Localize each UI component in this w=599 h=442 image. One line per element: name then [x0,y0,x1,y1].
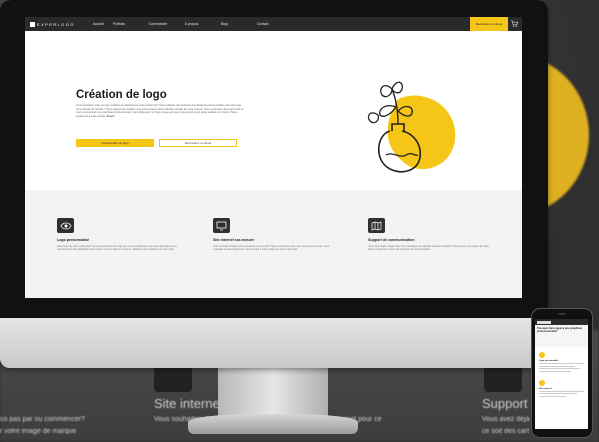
phone-text-line [539,370,571,372]
service-title: Logo personnalisé [57,238,89,242]
nav-quote-button[interactable]: Demandez un devis [470,17,508,31]
nav-link-a-propos[interactable]: À propos [185,22,221,26]
phone-text-line [539,390,584,392]
hero-description: Vous souhaitez créer un logo moderne et … [76,104,244,118]
service-description: Vous avez déjà un logo mais vous souhait… [368,245,490,252]
order-logo-button[interactable]: Commander un logo [76,139,154,147]
phone-text-line [539,363,584,365]
smartphone: Pourquoi faire appel à une graphiste pro… [531,308,593,438]
logo-mark-icon [30,21,35,27]
site-logo[interactable]: EXPERLOGO [30,21,75,27]
service-description: Vous souhaitez diriger votre entreprise … [213,245,330,252]
phone-text-line [539,368,580,370]
phone-header: Pourquoi faire appel à une graphiste pro… [535,325,588,347]
phone-section-title: Logo personnalisé [539,360,559,362]
service-title: Site internet sur-mesure [213,238,255,242]
page-title: Création de logo [76,89,167,101]
website-screen: EXPERLOGO Accueil Portfolio Commander À … [25,17,522,298]
monitor-stand-neck [218,368,328,420]
hero-description-strong: Reach [106,114,115,118]
hero-description-text: Vous souhaitez créer un logo moderne et … [76,104,244,118]
monitor-icon [213,218,230,233]
service-card-logo: Logo personnalisé Vous avez de votre ent… [57,218,182,252]
phone-screen: Pourquoi faire appel à une graphiste pro… [535,319,588,429]
desktop-monitor: EXPERLOGO Accueil Portfolio Commander À … [0,0,548,368]
services-section: Logo personnalisé Vous avez de votre ent… [25,190,522,298]
phone-body: Logo personnalisé Site internet [535,347,588,401]
phone-bullet-icon [539,379,545,386]
cart-icon[interactable] [510,19,519,28]
vase-plant-illustration [367,81,456,173]
background-text-left-2: r votre image de marque [0,428,77,435]
phone-section-title: Site internet [539,387,552,390]
background-text-right-1: Vous avez déjà [482,416,530,423]
site-navbar: EXPERLOGO Accueil Portfolio Commander À … [25,17,522,31]
nav-links: Accueil Portfolio Commander À propos Blo… [93,22,293,26]
phone-text-line [539,393,578,395]
monitor-chin [0,318,548,368]
background-text-right-2: ce soit des cart [482,428,530,435]
request-quote-button[interactable]: Demandez un devis [159,139,237,147]
phone-header-title: Pourquoi faire appel à une graphiste pro… [537,327,582,334]
phone-navbar [535,319,588,325]
nav-link-contact[interactable]: Contact [257,22,293,26]
background-text-left-1: co pas par ou commencer? [0,416,85,423]
phone-camera [558,313,566,315]
service-title: Support de communication [368,238,415,242]
nav-link-commander[interactable]: Commander [149,22,185,26]
service-card-communication: Support de communication Vous avez déjà … [368,218,493,252]
nav-link-portfolio[interactable]: Portfolio [113,22,149,26]
hero-section: Création de logo Vous souhaitez créer un… [25,31,522,190]
service-description: Vous avez de votre entreprise? Vous avez… [57,245,177,252]
phone-bullet-icon [539,352,545,358]
eye-icon [57,218,74,233]
service-card-website: Site internet sur-mesure Vous souhaitez … [213,218,338,252]
phone-logo[interactable] [537,320,551,324]
map-icon [368,218,385,233]
phone-text-line [539,365,575,367]
monitor-stand-base [188,414,358,434]
phone-text-line [539,395,566,397]
logo-text: EXPERLOGO [37,21,75,27]
nav-link-blog[interactable]: Blog [221,22,257,26]
nav-link-accueil[interactable]: Accueil [93,22,113,26]
